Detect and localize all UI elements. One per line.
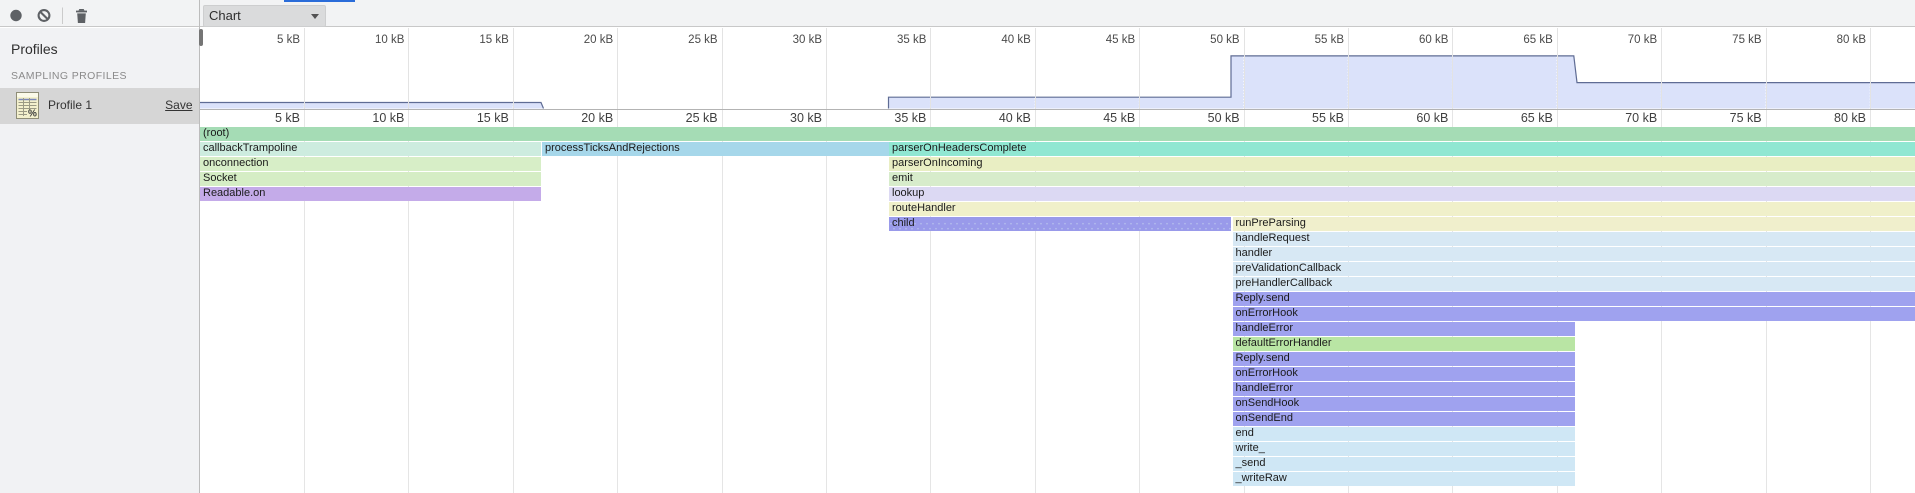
svg-text:%: % bbox=[28, 109, 37, 120]
